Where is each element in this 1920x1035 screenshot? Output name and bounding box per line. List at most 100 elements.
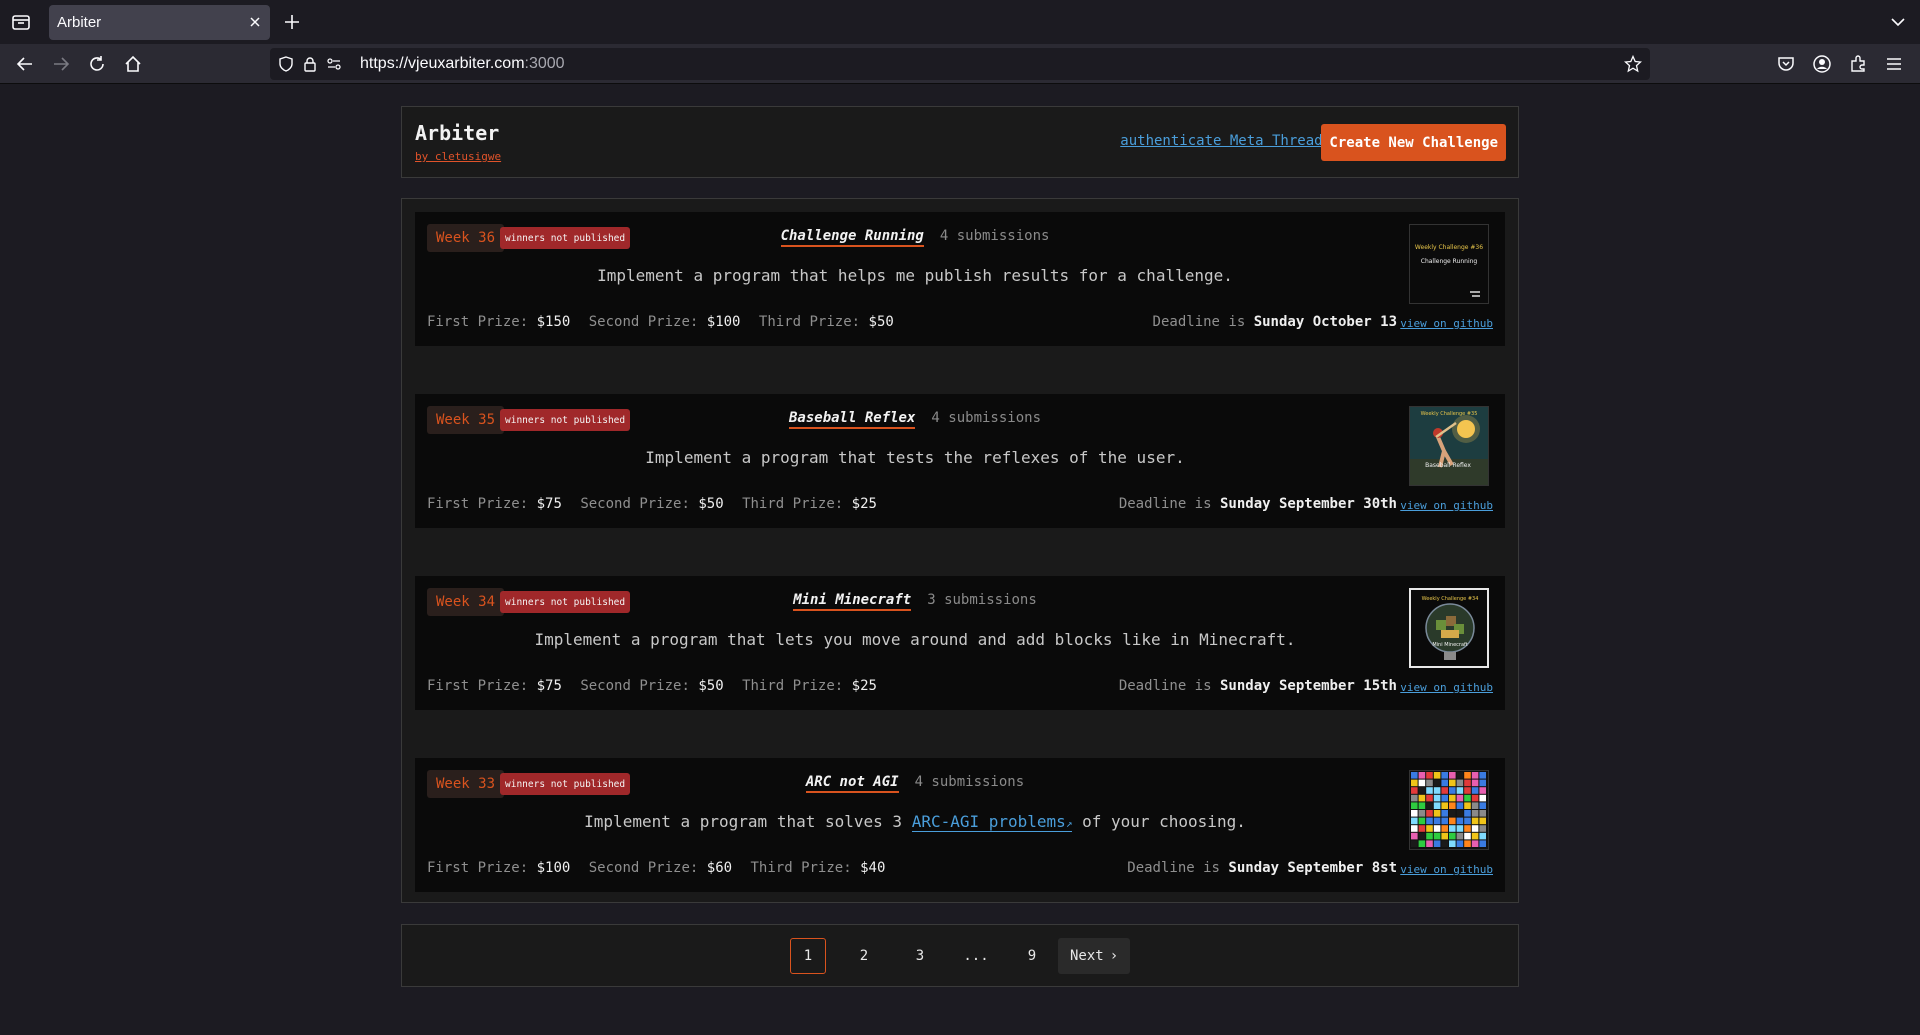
challenge-thumbnail: Weekly Challenge #35 Baseball Reflex: [1409, 406, 1489, 486]
deadline: Deadline is Sunday September 15th: [1119, 678, 1397, 694]
page-button[interactable]: 1: [790, 938, 826, 974]
chevron-down-icon[interactable]: [1888, 12, 1908, 32]
url-port: :3000: [524, 55, 565, 72]
third-prize-value: $25: [851, 678, 877, 694]
thumb-heading: Weekly Challenge #35: [1421, 411, 1478, 417]
challenge-title-row: Baseball Reflex 4 submissions: [415, 410, 1415, 429]
challenge-title[interactable]: Challenge Running: [780, 228, 924, 247]
page-button[interactable]: 3: [902, 938, 938, 974]
challenge-list: Week 36 winners not published Challenge …: [401, 198, 1519, 903]
pocket-icon[interactable]: [1775, 53, 1797, 75]
deadline-label: Deadline is: [1127, 860, 1220, 876]
challenge-card: Week 35 winners not published Baseball R…: [415, 394, 1505, 528]
back-icon[interactable]: [14, 53, 36, 75]
third-prize-label: Third Prize:: [758, 314, 861, 330]
deadline: Deadline is Sunday October 13: [1153, 314, 1397, 330]
challenge-title-row: Mini Minecraft 3 submissions: [415, 592, 1415, 611]
first-prize-value: $150: [536, 314, 571, 330]
second-prize-value: $50: [698, 678, 724, 694]
challenge-description: Implement a program that tests the refle…: [645, 448, 1185, 467]
deadline-date: Sunday September 8st: [1228, 860, 1397, 876]
third-prize-label: Third Prize:: [750, 860, 852, 876]
challenge-description: Implement a program that lets you move a…: [534, 630, 1296, 649]
challenge-card: Week 33 winners not published ARC not AG…: [415, 758, 1505, 892]
second-prize-label: Second Prize:: [588, 860, 699, 876]
url-bar[interactable]: https://vjeuxarbiter.com:3000: [270, 48, 1650, 80]
tab-title: Arbiter: [57, 14, 102, 31]
third-prize-value: $25: [851, 496, 877, 512]
first-prize-label: First Prize:: [427, 678, 529, 694]
description-text: Implement a program that solves 3: [584, 812, 903, 831]
pagination-ellipsis: ...: [963, 948, 989, 964]
github-link[interactable]: view on github: [1400, 499, 1493, 512]
challenge-title[interactable]: Baseball Reflex: [788, 410, 916, 429]
arc-grid-thumbnail: [1410, 771, 1488, 849]
second-prize-value: $60: [706, 860, 733, 876]
challenge-description: Implement a program that solves 3 ARC-AG…: [415, 812, 1415, 832]
app-title: Arbiter: [415, 121, 500, 145]
bookmark-star-icon[interactable]: [1624, 55, 1642, 73]
browser-tab-bar: Arbiter: [0, 0, 1920, 44]
deadline-label: Deadline is: [1152, 314, 1246, 330]
extensions-icon[interactable]: [1847, 53, 1869, 75]
account-icon[interactable]: [1811, 53, 1833, 75]
thumb-heading: Weekly Challenge #36: [1415, 244, 1483, 251]
close-tab-icon[interactable]: [246, 13, 264, 31]
url-host: https://vjeuxarbiter.com: [360, 55, 525, 72]
shield-icon[interactable]: [278, 56, 294, 72]
reload-icon[interactable]: [86, 53, 108, 75]
browser-nav-bar: https://vjeuxarbiter.com:3000: [0, 44, 1920, 84]
page-button[interactable]: 9: [1014, 938, 1050, 974]
thumb-title: Challenge Running: [1421, 258, 1478, 265]
deadline-date: Sunday September 30th: [1219, 496, 1397, 512]
author-link[interactable]: by cletusigwe: [415, 150, 501, 163]
submission-count: 4 submissions: [914, 774, 1025, 790]
challenge-title[interactable]: ARC not AGI: [805, 774, 899, 793]
arc-agi-link-text: ARC-AGI problems: [911, 812, 1066, 831]
next-label: Next: [1070, 948, 1104, 964]
first-prize-label: First Prize:: [427, 496, 529, 512]
github-link[interactable]: view on github: [1400, 681, 1493, 694]
app-header: Arbiter by cletusigwe authenticate Meta …: [401, 106, 1519, 178]
url-text[interactable]: https://vjeuxarbiter.com:3000: [360, 55, 565, 73]
first-prize-label: First Prize:: [427, 314, 529, 330]
lock-icon[interactable]: [302, 56, 318, 72]
challenge-thumbnail: [1409, 770, 1489, 850]
second-prize-label: Second Prize:: [580, 678, 690, 694]
forward-icon[interactable]: [50, 53, 72, 75]
deadline-label: Deadline is: [1118, 678, 1212, 694]
challenge-title-row: ARC not AGI 4 submissions: [415, 774, 1415, 793]
submission-count: 4 submissions: [939, 228, 1050, 244]
second-prize-label: Second Prize:: [588, 314, 699, 330]
challenge-card: Week 36 winners not published Challenge …: [415, 212, 1505, 346]
browser-tab-active[interactable]: Arbiter: [49, 5, 270, 40]
permissions-icon[interactable]: [326, 56, 342, 72]
prize-list: First Prize: $75 Second Prize: $50 Third…: [427, 496, 887, 512]
challenge-title[interactable]: Mini Minecraft: [793, 592, 912, 611]
first-prize-value: $75: [536, 678, 562, 694]
thumb-heading: Weekly Challenge #34: [1422, 596, 1479, 602]
first-prize-value: $100: [536, 860, 571, 876]
deadline: Deadline is Sunday September 8st: [1127, 860, 1397, 876]
submission-count: 3 submissions: [927, 592, 1037, 608]
home-icon[interactable]: [122, 53, 144, 75]
create-challenge-button[interactable]: Create New Challenge: [1321, 124, 1506, 161]
pagination: 1 2 3 ... 9 Next ›: [401, 924, 1519, 987]
second-prize-value: $50: [698, 496, 724, 512]
third-prize-label: Third Prize:: [742, 496, 844, 512]
thumb-title: Baseball Reflex: [1425, 462, 1471, 469]
tab-list-icon[interactable]: [10, 11, 32, 33]
submission-count: 4 submissions: [931, 410, 1041, 426]
github-link[interactable]: view on github: [1400, 863, 1493, 876]
arc-agi-link[interactable]: ARC-AGI problems↗: [911, 812, 1073, 832]
next-page-button[interactable]: Next ›: [1058, 938, 1131, 974]
authenticate-threads-link[interactable]: authenticate Meta Threads: [1120, 133, 1331, 149]
new-tab-icon[interactable]: [282, 12, 302, 32]
deadline: Deadline is Sunday September 30th: [1119, 496, 1397, 512]
page-button[interactable]: 2: [846, 938, 882, 974]
external-link-icon: ↗: [1065, 817, 1073, 830]
menu-icon[interactable]: [1883, 53, 1905, 75]
thumb-title: Mini Minecraft: [1432, 642, 1467, 648]
deadline-date: Sunday October 13: [1253, 314, 1397, 330]
github-link[interactable]: view on github: [1400, 317, 1493, 330]
